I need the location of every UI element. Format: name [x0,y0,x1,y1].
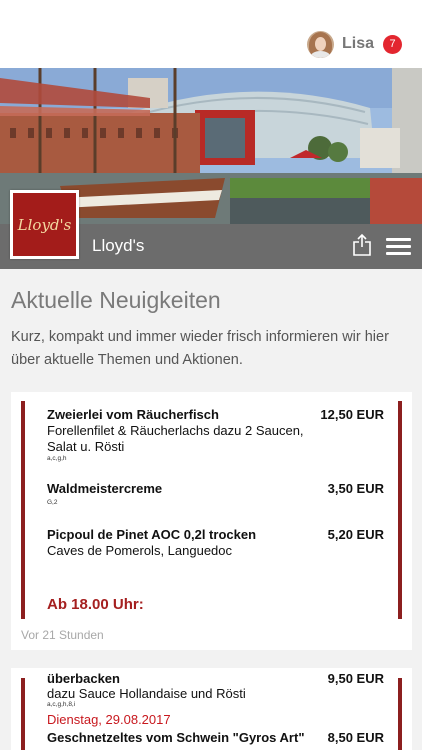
avatar[interactable] [306,30,334,58]
share-icon[interactable] [352,233,372,257]
menu-item-description: dazu Sauce Hollandaise und Rösti [47,686,246,701]
menu-item-title: Zweierlei vom Räucherfisch [47,407,219,422]
notification-badge[interactable]: 7 [383,34,402,54]
menu-image[interactable]: Zweierlei vom Räucherfisch 12,50 EUR For… [21,401,402,619]
news-post[interactable]: überbacken 9,50 EUR dazu Sauce Hollandai… [11,668,412,750]
menu-item-price: 8,50 EUR [327,730,384,745]
menu-item-title: Geschnetzeltes vom Schwein "Gyros Art" [47,730,305,745]
page-intro: Kurz, kompakt und immer wieder frisch in… [11,329,389,368]
post-timestamp: Vor 21 Stunden [21,628,104,642]
menu-item-allergens: a,c,g,h [47,455,67,462]
menu-item-price: 9,50 EUR [327,671,384,686]
menu-footer-time: Ab 18.00 Uhr: [47,596,144,613]
user-name[interactable]: Lisa [342,35,374,53]
menu-item-allergens: a,c,g,h,8,i [47,701,76,708]
menu-item-description: Salat u. Rösti [47,439,125,454]
page-title: Aktuelle Neuigkeiten [11,287,221,313]
menu-item-description: Caves de Pomerols, Languedoc [47,543,233,558]
user-profile[interactable]: Lisa 7 [306,30,402,58]
hamburger-menu-icon[interactable] [386,238,411,256]
menu-item-title: Waldmeistercreme [47,481,163,496]
venue-name: Lloyd's [92,236,145,255]
menu-item-allergens: G,2 [47,499,58,506]
menu-item-title: überbacken [47,671,120,686]
logo-text: Lloyd's [13,193,76,256]
menu-date: Dienstag, 29.08.2017 [47,712,171,727]
venue-logo: Lloyd's [10,190,79,259]
menu-image[interactable]: überbacken 9,50 EUR dazu Sauce Hollandai… [21,671,402,750]
news-post[interactable]: Zweierlei vom Räucherfisch 12,50 EUR For… [11,392,412,650]
menu-item-title: Picpoul de Pinet AOC 0,2l trocken [47,527,257,542]
top-bar: Lisa 7 [0,0,422,68]
menu-item-description: Forellenfilet & Räucherlachs dazu 2 Sauc… [47,423,304,438]
menu-item-price: 5,20 EUR [327,527,384,542]
menu-item-price: 12,50 EUR [320,407,384,422]
menu-item-price: 3,50 EUR [327,481,384,496]
